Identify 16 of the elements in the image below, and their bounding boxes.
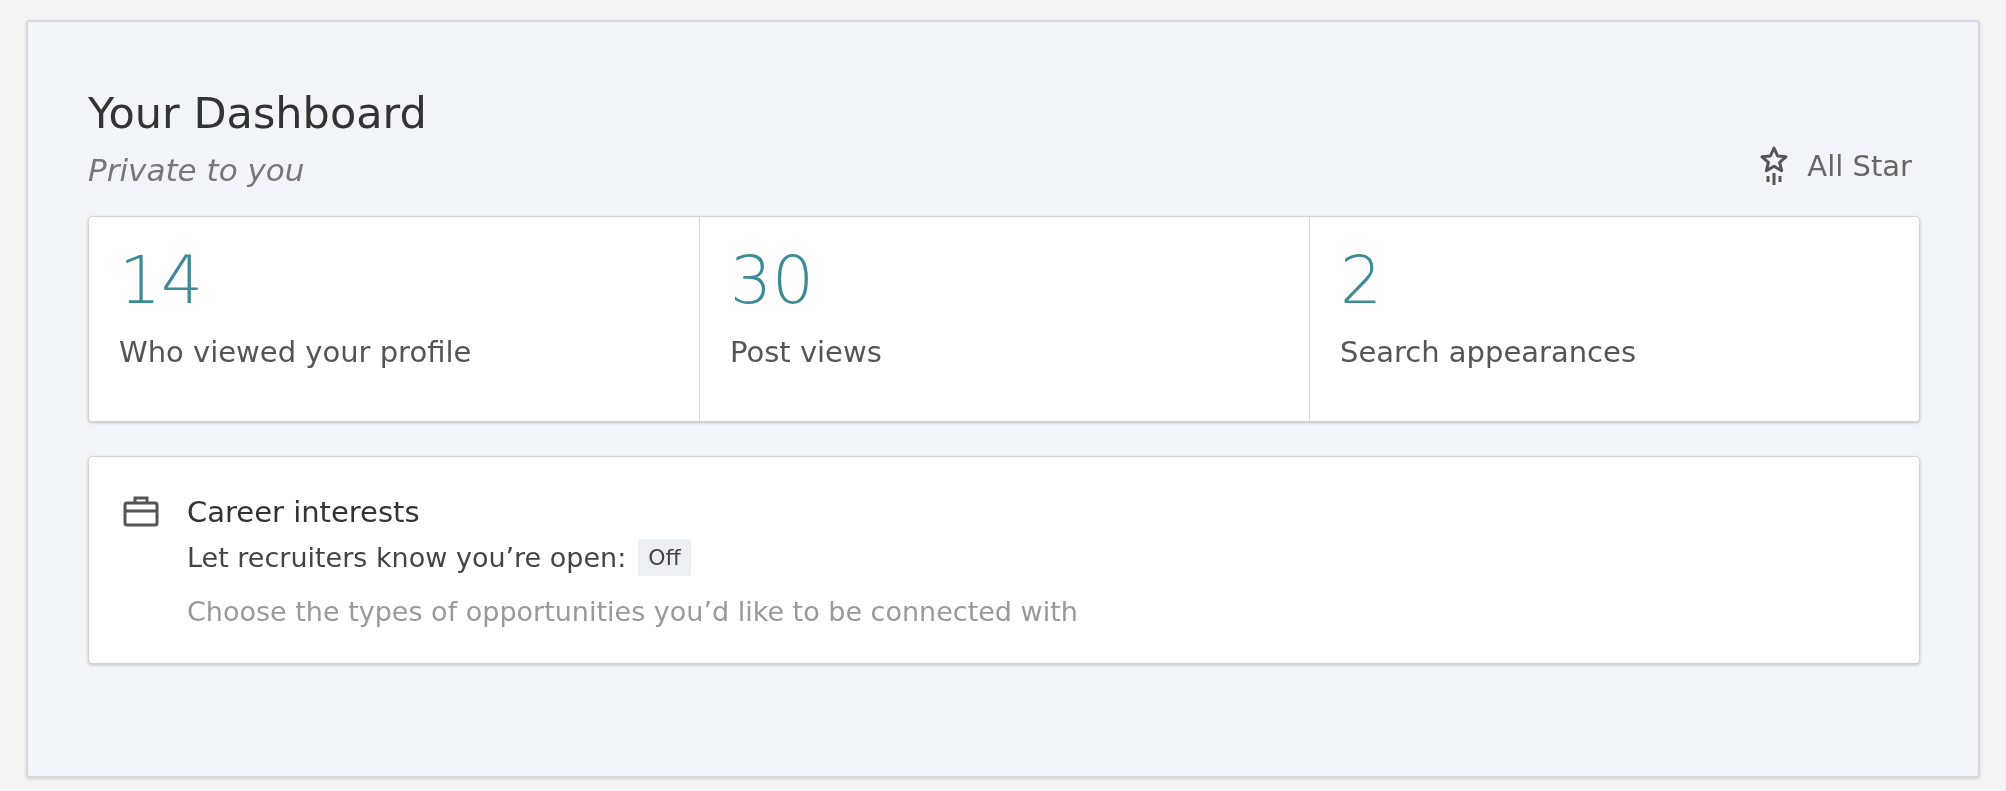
stat-value[interactable]: 30 — [730, 244, 814, 318]
stat-label[interactable]: Who viewed your profile — [119, 335, 472, 370]
star-icon — [1759, 146, 1790, 186]
stat-value[interactable]: 14 — [119, 244, 203, 318]
stat-label[interactable]: Search appearances — [1340, 335, 1637, 370]
briefcase-icon — [123, 494, 159, 527]
status-tag: Off — [638, 538, 691, 576]
career-interests-title: Career interests — [187, 494, 420, 529]
career-interests-card[interactable]: Career interests Let recruiters know you’re open: Off Choose the types of opportunities you’d like to be connected with — [88, 455, 1920, 664]
open-to-recruiters-label: Let recruiters know you’re open: — [187, 541, 627, 573]
profile-level-label: All Star — [1807, 149, 1912, 183]
dashboard-subtitle: Private to you — [88, 151, 306, 188]
dashboard-title: Your Dashboard — [88, 88, 427, 140]
career-hint-text: Choose the types of opportunities you’d like to be connected with — [187, 595, 1078, 627]
stat-label[interactable]: Post views — [730, 335, 882, 370]
stat-value[interactable]: 2 — [1340, 244, 1382, 318]
